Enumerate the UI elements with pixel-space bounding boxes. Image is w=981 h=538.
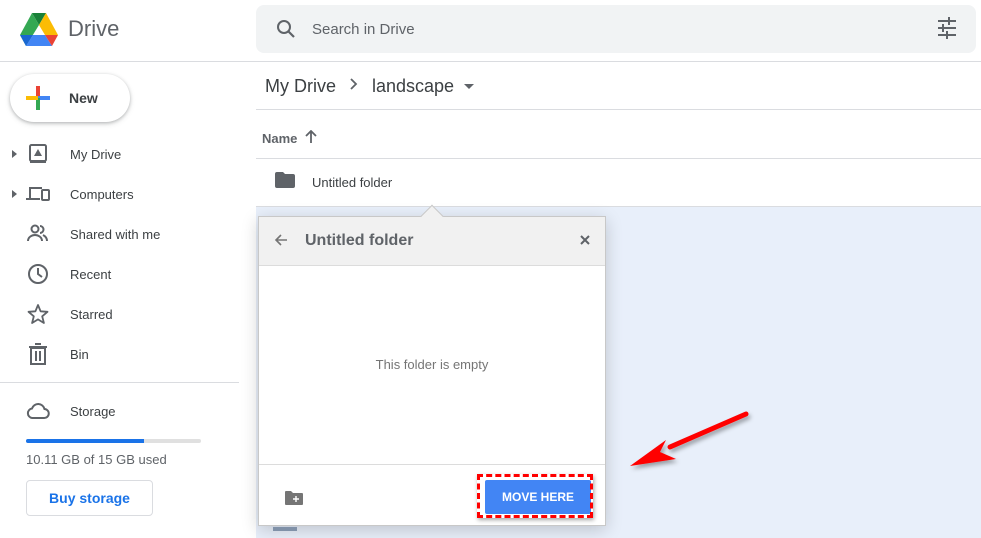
close-icon[interactable]: [579, 233, 591, 251]
sidebar-item-label: Starred: [70, 306, 113, 322]
drive-logo-icon: [20, 13, 58, 46]
search-bar[interactable]: [256, 5, 976, 53]
buy-storage-button[interactable]: Buy storage: [26, 480, 153, 516]
name-column-header[interactable]: Name: [262, 129, 318, 147]
tune-icon[interactable]: [936, 17, 960, 41]
sidebar-item-bin[interactable]: Bin: [0, 334, 240, 374]
annotation-highlight-box: [477, 474, 593, 518]
breadcrumb-my-drive[interactable]: My Drive: [265, 76, 336, 97]
new-folder-icon[interactable]: [285, 491, 303, 510]
folder-icon: [275, 172, 295, 193]
expand-caret-icon[interactable]: [12, 190, 17, 198]
search-input[interactable]: [312, 20, 872, 38]
sidebar-nav: My Drive Computers Shared with me Recent: [0, 134, 240, 374]
annotation-arrow-icon: [630, 411, 749, 466]
file-thumbnail: [273, 527, 297, 531]
sidebar-item-shared-with-me[interactable]: Shared with me: [0, 214, 240, 254]
column-header-label: Name: [262, 131, 298, 146]
dropdown-caret-icon[interactable]: [464, 83, 475, 89]
star-icon: [26, 302, 50, 326]
plus-icon: [26, 86, 50, 110]
dialog-footer-divider: [259, 464, 605, 465]
new-button-label: New: [69, 90, 98, 106]
breadcrumb: My Drive landscape: [265, 74, 475, 98]
main-divider: [256, 109, 981, 110]
file-name: Untitled folder: [312, 175, 393, 190]
sidebar-item-computers[interactable]: Computers: [0, 174, 240, 214]
drive-logo[interactable]: Drive: [20, 12, 119, 46]
header-divider: [0, 61, 981, 62]
expand-caret-icon[interactable]: [12, 150, 17, 158]
arrow-left-icon[interactable]: [274, 233, 288, 252]
storage-usage-text: 10.11 GB of 15 GB used: [26, 452, 167, 467]
computers-icon: [26, 182, 50, 206]
storage-usage-fill: [26, 439, 144, 443]
new-button[interactable]: New: [10, 74, 130, 122]
file-row[interactable]: Untitled folder: [256, 159, 981, 206]
sidebar-item-label: My Drive: [70, 146, 122, 162]
my-drive-icon: [26, 142, 50, 166]
dialog-title: Untitled folder: [305, 232, 414, 249]
storage-label: Storage: [70, 404, 116, 419]
trash-icon: [26, 342, 50, 366]
clock-icon: [26, 262, 50, 286]
sidebar-item-my-drive[interactable]: My Drive: [0, 134, 240, 174]
shared-icon: [26, 222, 50, 246]
sidebar-item-label: Bin: [70, 346, 89, 362]
chevron-right-icon: [350, 77, 358, 95]
sidebar-item-recent[interactable]: Recent: [0, 254, 240, 294]
sidebar-item-label: Shared with me: [70, 226, 161, 242]
sidebar-item-label: Recent: [70, 266, 112, 282]
breadcrumb-current-folder[interactable]: landscape: [372, 76, 454, 97]
empty-folder-message: This folder is empty: [375, 357, 489, 372]
storage-usage-bar: [26, 439, 201, 443]
search-icon[interactable]: [274, 17, 298, 41]
cloud-icon: [26, 402, 50, 425]
app-title: Drive: [68, 16, 120, 41]
sort-arrow-up-icon[interactable]: [305, 129, 318, 147]
sidebar-item-starred[interactable]: Starred: [0, 294, 240, 334]
dialog-header: Untitled folder: [259, 217, 605, 266]
drive-app: Drive New: [0, 0, 981, 538]
sidebar-item-label: Computers: [70, 186, 134, 202]
sidebar-divider: [0, 382, 239, 383]
